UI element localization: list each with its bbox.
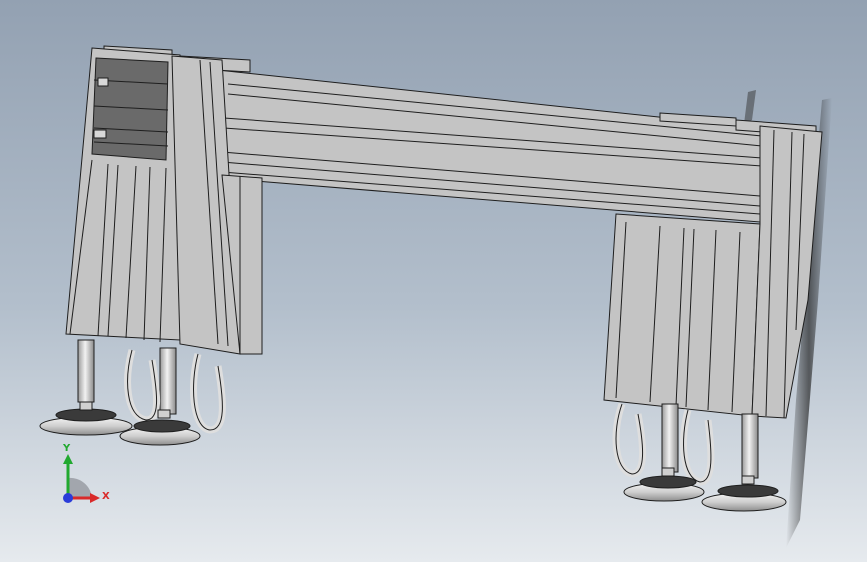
reference-triad — [63, 454, 100, 503]
dark-face-notch — [93, 129, 107, 139]
cad-model-view[interactable] — [0, 0, 867, 562]
triad-x-label: X — [102, 491, 110, 502]
foot-nut — [661, 467, 675, 477]
leveling-rod — [77, 339, 95, 403]
triad-z-axis-icon — [63, 493, 73, 503]
caster-wheel-loop — [680, 409, 715, 486]
foot-nut — [157, 409, 171, 419]
dark-face-notch — [97, 77, 109, 87]
leveling-rod — [741, 413, 759, 479]
triad-x-arrow-icon — [90, 493, 100, 503]
foot-nut — [741, 475, 755, 485]
leveling-foot-pad — [133, 419, 191, 433]
leveling-foot-pad — [55, 408, 117, 422]
leveling-foot-pad — [639, 475, 697, 489]
leveling-rod — [661, 403, 679, 473]
leveling-rod — [159, 347, 177, 415]
triad-y-label: Y — [63, 443, 71, 454]
leveling-foot-pad — [717, 484, 779, 498]
graphics-viewport[interactable]: Y X — [0, 0, 867, 562]
edge-shadow-streak-left — [744, 90, 756, 124]
foot-nut — [79, 401, 93, 411]
triad-y-arrow-icon — [63, 454, 73, 464]
